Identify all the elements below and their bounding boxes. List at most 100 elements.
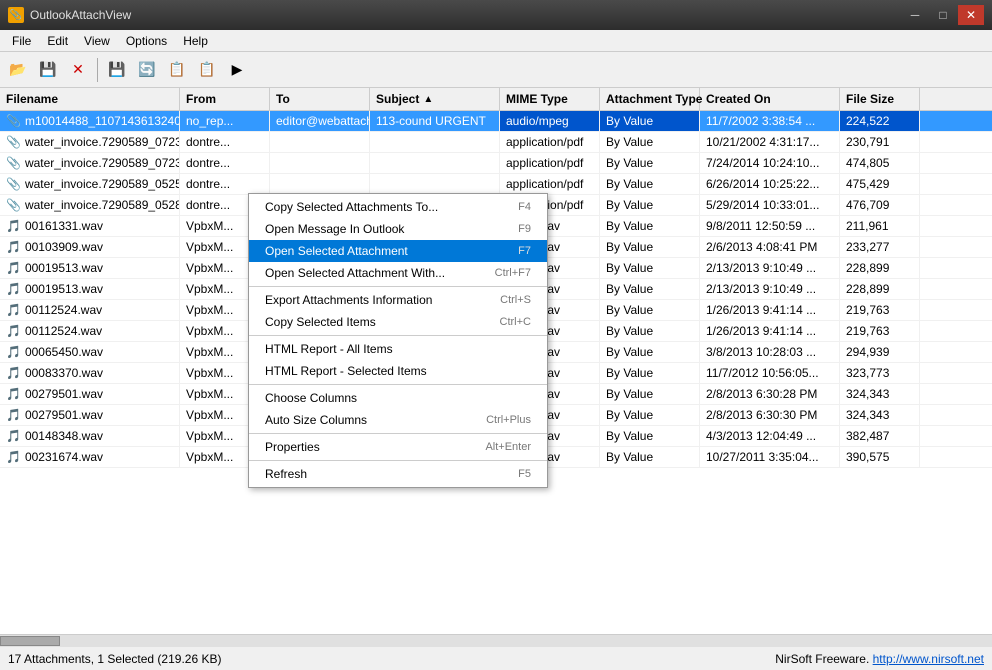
ctx-separator xyxy=(249,384,547,385)
ctx-menu-item[interactable]: HTML Report - Selected Items xyxy=(249,360,547,382)
status-prefix: NirSoft Freeware. xyxy=(775,652,872,666)
title-bar: 📎 OutlookAttachView ─ □ ✕ xyxy=(0,0,992,30)
ctx-menu-item[interactable]: Choose Columns xyxy=(249,387,547,409)
ctx-menu-item[interactable]: Open Selected Attachment With...Ctrl+F7 xyxy=(249,262,547,284)
scroll-thumb[interactable] xyxy=(0,636,60,646)
cell-filesize: 324,343 xyxy=(840,384,920,404)
table-row[interactable]: 📎 water_invoice.7290589_0723... dontre..… xyxy=(0,132,992,153)
toolbar-delete-btn[interactable]: ✕ xyxy=(64,56,92,84)
context-menu: Copy Selected Attachments To... F4 Open Me… xyxy=(248,193,548,488)
toolbar-paste-btn[interactable]: 📋 xyxy=(193,56,221,84)
table-row[interactable]: 📎 water_invoice.7290589_0723... dontre..… xyxy=(0,153,992,174)
file-icon: 📎 xyxy=(6,177,21,191)
cell-filename: 🎵 00148348.wav xyxy=(0,426,180,446)
file-icon: 🎵 xyxy=(6,429,21,443)
list-header: Filename From To Subject ▲ MIME Type Att… xyxy=(0,88,992,111)
cell-subject: 113-cound URGENT xyxy=(370,111,500,131)
col-header-mime[interactable]: MIME Type xyxy=(500,88,600,110)
horizontal-scrollbar[interactable] xyxy=(0,634,992,646)
cell-from: dontre... xyxy=(180,132,270,152)
cell-to xyxy=(270,174,370,194)
ctx-item-shortcut: Alt+Enter xyxy=(485,441,531,453)
file-icon: 🎵 xyxy=(6,303,21,317)
ctx-menu-item[interactable]: Auto Size ColumnsCtrl+Plus xyxy=(249,409,547,431)
col-header-to[interactable]: To xyxy=(270,88,370,110)
col-header-created[interactable]: Created On xyxy=(700,88,840,110)
cell-filename: 📎 water_invoice.7290589_0528... xyxy=(0,195,180,215)
close-button[interactable]: ✕ xyxy=(958,5,984,25)
col-header-filename[interactable]: Filename xyxy=(0,88,180,110)
cell-atttype: By Value xyxy=(600,321,700,341)
maximize-button[interactable]: □ xyxy=(930,5,956,25)
cell-filename: 🎵 00279501.wav xyxy=(0,405,180,425)
menu-help[interactable]: Help xyxy=(175,32,216,50)
title-bar-left: 📎 OutlookAttachView xyxy=(8,7,131,23)
cell-filename: 🎵 00112524.wav xyxy=(0,300,180,320)
toolbar-play-btn[interactable]: ▶ xyxy=(223,56,251,84)
file-icon: 🎵 xyxy=(6,282,21,296)
toolbar-open-btn[interactable]: 📂 xyxy=(4,56,32,84)
ctx-menu-item[interactable]: Open Message In Outlook F9 xyxy=(249,218,547,240)
file-icon: 🎵 xyxy=(6,408,21,422)
ctx-menu-item[interactable]: Open Selected AttachmentF7 xyxy=(249,240,547,262)
file-icon: 🎵 xyxy=(6,387,21,401)
ctx-menu-item[interactable]: Copy Selected Attachments To... F4 xyxy=(249,196,547,218)
status-bar: 17 Attachments, 1 Selected (219.26 KB) N… xyxy=(0,646,992,670)
cell-filename: 🎵 00279501.wav xyxy=(0,384,180,404)
col-header-atttype[interactable]: Attachment Type xyxy=(600,88,700,110)
cell-filename: 📎 m10014488_1107143613240... xyxy=(0,111,180,131)
cell-atttype: By Value xyxy=(600,447,700,467)
menu-edit[interactable]: Edit xyxy=(39,32,76,50)
ctx-item-shortcut: Ctrl+C xyxy=(500,316,531,328)
file-icon: 📎 xyxy=(6,135,21,149)
toolbar-copy-btn[interactable]: 📋 xyxy=(163,56,191,84)
ctx-item-shortcut: F4 xyxy=(518,201,531,213)
cell-created: 2/8/2013 6:30:30 PM xyxy=(700,405,840,425)
file-icon: 📎 xyxy=(6,156,21,170)
cell-created: 6/26/2014 10:25:22... xyxy=(700,174,840,194)
ctx-menu-item[interactable]: Export Attachments InformationCtrl+S xyxy=(249,289,547,311)
ctx-menu-item[interactable]: Copy Selected ItemsCtrl+C xyxy=(249,311,547,333)
cell-created: 5/29/2014 10:33:01... xyxy=(700,195,840,215)
ctx-item-label: Open Message In Outlook xyxy=(265,222,404,236)
col-header-subject[interactable]: Subject ▲ xyxy=(370,88,500,110)
cell-filesize: 474,805 xyxy=(840,153,920,173)
col-header-filesize[interactable]: File Size xyxy=(840,88,920,110)
ctx-menu-item[interactable]: PropertiesAlt+Enter xyxy=(249,436,547,458)
ctx-item-shortcut: Ctrl+S xyxy=(500,294,531,306)
app-title: OutlookAttachView xyxy=(30,8,131,22)
cell-filesize: 228,899 xyxy=(840,279,920,299)
cell-atttype: By Value xyxy=(600,111,700,131)
toolbar-save2-btn[interactable]: 💾 xyxy=(103,56,131,84)
table-row[interactable]: 📎 m10014488_1107143613240... no_rep... e… xyxy=(0,111,992,132)
ctx-item-label: Refresh xyxy=(265,467,307,481)
ctx-item-shortcut: F9 xyxy=(518,223,531,235)
ctx-menu-item[interactable]: RefreshF5 xyxy=(249,463,547,485)
sort-arrow-subject: ▲ xyxy=(423,94,433,105)
ctx-menu-item[interactable]: HTML Report - All Items xyxy=(249,338,547,360)
nirsoft-link[interactable]: http://www.nirsoft.net xyxy=(873,652,984,666)
ctx-item-label: Copy Selected Attachments To... xyxy=(265,200,438,214)
ctx-item-shortcut: Ctrl+F7 xyxy=(495,267,531,279)
table-row[interactable]: 📎 water_invoice.7290589_0525... dontre..… xyxy=(0,174,992,195)
menu-file[interactable]: File xyxy=(4,32,39,50)
cell-from: dontre... xyxy=(180,153,270,173)
status-right: NirSoft Freeware. http://www.nirsoft.net xyxy=(775,652,984,666)
menu-bar: File Edit View Options Help xyxy=(0,30,992,52)
ctx-separator xyxy=(249,335,547,336)
col-header-from[interactable]: From xyxy=(180,88,270,110)
file-list[interactable]: Filename From To Subject ▲ MIME Type Att… xyxy=(0,88,992,634)
cell-atttype: By Value xyxy=(600,174,700,194)
cell-filename: 🎵 00112524.wav xyxy=(0,321,180,341)
scroll-track[interactable] xyxy=(0,635,992,647)
menu-options[interactable]: Options xyxy=(118,32,175,50)
cell-filesize: 233,277 xyxy=(840,237,920,257)
minimize-button[interactable]: ─ xyxy=(902,5,928,25)
ctx-item-label: Open Selected Attachment xyxy=(265,244,408,258)
file-icon: 🎵 xyxy=(6,450,21,464)
toolbar-save-btn[interactable]: 💾 xyxy=(34,56,62,84)
cell-filesize: 211,961 xyxy=(840,216,920,236)
menu-view[interactable]: View xyxy=(76,32,118,50)
toolbar-refresh-btn[interactable]: 🔄 xyxy=(133,56,161,84)
cell-created: 10/27/2011 3:35:04... xyxy=(700,447,840,467)
